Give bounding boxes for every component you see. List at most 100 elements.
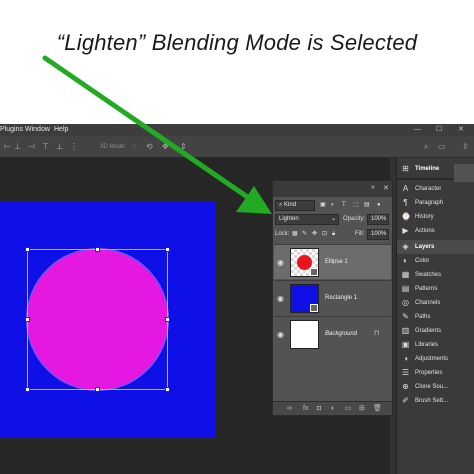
transform-handle[interactable] [165,247,170,252]
filter-smart-icon[interactable]: ▤ [364,200,370,211]
distribute-icon[interactable]: ⋮ [70,142,78,152]
layer-row-background[interactable]: ◉ Background ⊓ [274,316,391,351]
layer-name[interactable]: Background [325,330,357,338]
trash-icon[interactable]: 🗑︎ [373,405,382,413]
transform-handle[interactable] [25,247,30,252]
fx-icon[interactable]: fx [303,405,308,413]
3d-roll-icon[interactable]: ⟲ [146,142,153,152]
menu-help[interactable]: Help [54,124,68,136]
transform-handle[interactable] [25,317,30,322]
clone-source-icon: ⊕ [402,382,409,391]
lock-image-icon[interactable]: ✎ [302,229,307,240]
chevron-down-icon: ⌄ [330,216,336,222]
filter-shape-icon[interactable]: ⬚ [353,200,359,211]
align-left-icon[interactable]: ⊢ [4,142,11,152]
channels-icon: ◎ [402,298,409,307]
add-mask-icon[interactable]: ◘ [317,405,321,413]
minimize-icon[interactable]: — [414,124,421,136]
link-layers-icon[interactable]: ∞ [287,405,292,413]
dock-item-history[interactable]: ⌚ History [397,210,474,224]
dock-item-clone-source[interactable]: ⊕ Clone Sou... [397,380,474,394]
blend-mode-select[interactable]: Lighten ⌄ [275,214,339,225]
3d-pan-icon[interactable]: ✥ [162,142,169,152]
filter-adjust-icon[interactable]: ◐ [331,200,335,211]
properties-icon: ☰ [401,368,410,377]
color-icon: ◐ [403,256,408,265]
dock-item-brush-settings[interactable]: ✐ Brush Sett... [397,394,474,408]
new-group-icon[interactable]: ▭ [345,405,352,413]
dock-collapse-strip[interactable] [454,164,474,182]
panel-close-icon[interactable]: ✕ [383,184,389,192]
kind-label: Kind [284,202,297,208]
adjustment-layer-icon[interactable]: ◐ [331,405,335,413]
visibility-eye-icon[interactable]: ◉ [277,294,284,304]
layer-name[interactable]: Rectangle 1 [325,294,357,302]
shape-layer-badge-icon [310,304,318,312]
fill-field[interactable]: 100% [367,229,389,240]
layer-row-ellipse[interactable]: ◉ Ellipse 1 [274,244,391,279]
align-right-icon[interactable]: ⊣ [28,142,35,152]
transform-handle[interactable] [165,387,170,392]
menu-plugins[interactable]: Plugins [0,124,23,136]
transform-handle[interactable] [25,387,30,392]
visibility-eye-icon[interactable]: ◉ [277,330,284,340]
search-icon[interactable]: ⌕ [424,142,428,152]
filter-type-icon[interactable]: T [342,200,346,211]
3d-mode-label: 3D Mode: [100,144,127,150]
align-center-icon[interactable]: ⊥ [14,142,21,152]
dock-item-patterns[interactable]: ▤ Patterns [397,282,474,296]
align-bottom-icon[interactable]: ⊥ [56,142,63,152]
dock-item-paths[interactable]: ✎ Paths [397,310,474,324]
align-top-icon[interactable]: ⊤ [42,142,49,152]
layer-thumbnail [290,284,319,313]
dock-item-gradients[interactable]: ▥ Gradients [397,324,474,338]
layer-row-rectangle[interactable]: ◉ Rectangle 1 [274,280,391,315]
dock-item-actions[interactable]: ▶ Actions [397,224,474,238]
lock-icon: ⊓ [374,330,380,337]
filter-pixel-icon[interactable]: ▣ [320,200,326,211]
dock-item-label: Gradients [415,328,442,334]
opacity-field[interactable]: 100% [367,214,389,225]
filter-row: ⌕ Kind ▣ ◐ T ⬚ ▤ ● [275,200,391,211]
share-icon[interactable]: ⇪ [462,142,469,152]
photoshop-window: Plugins Window Help — ☐ ✕ ⊢ ⊥ ⊣ ⊤ ⊥ ⋮ 3D… [0,124,474,474]
dock-item-channels[interactable]: ◎ Channels [397,296,474,310]
opacity-label: Opacity: [343,216,366,222]
dock-item-properties[interactable]: ☰ Properties [397,366,474,380]
lock-position-icon[interactable]: ✥ [312,229,317,240]
swatches-icon: ▦ [401,270,410,279]
new-layer-icon[interactable]: ⊞ [359,405,365,413]
dock-item-layers[interactable]: ◈ Layers [397,240,474,254]
layer-thumbnail [290,248,319,277]
brush-settings-icon: ✐ [402,396,409,405]
dock-item-paragraph[interactable]: ¶ Paragraph [397,196,474,210]
layer-name[interactable]: Ellipse 1 [325,258,348,266]
visibility-eye-icon[interactable]: ◉ [277,258,284,268]
layers-panel: » ✕ ⌕ Kind ▣ ◐ T ⬚ ▤ ● Lighten ⌄ Opacity:… [272,180,393,416]
lock-all-icon[interactable]: 🔒︎ [332,229,335,240]
dock-item-adjustments[interactable]: ◑ Adjustments [397,352,474,366]
dock-item-libraries[interactable]: ▣ Libraries [397,338,474,352]
panel-collapse-icon[interactable]: » [371,184,375,191]
filter-toggle-icon[interactable]: ● [377,200,381,211]
maximize-icon[interactable]: ☐ [436,124,442,136]
dock-item-character[interactable]: A Character [397,182,474,196]
transform-handle[interactable] [95,387,100,392]
right-panel-dock: ⊞ Timeline A Character ¶ Paragraph ⌚ History ▶ Ac… [396,158,474,474]
3d-orbit-icon[interactable]: ◌ [132,142,137,152]
kind-filter-select[interactable]: ⌕ Kind [275,200,315,211]
dock-item-label: Libraries [415,342,439,348]
menu-window[interactable]: Window [25,124,50,136]
dock-item-color[interactable]: ◐ Color [397,254,474,268]
close-icon[interactable]: ✕ [458,124,464,136]
3d-slide-icon[interactable]: ⇕ [180,142,187,152]
dock-item-label: Character [415,186,442,192]
transform-bounding-box[interactable] [27,249,168,390]
lock-artboard-icon[interactable]: ⊡ [322,229,327,240]
transform-handle[interactable] [95,247,100,252]
workspace-icon[interactable]: ▭ [438,142,446,152]
dock-item-swatches[interactable]: ▦ Swatches [397,268,474,282]
transform-handle[interactable] [165,317,170,322]
document-canvas[interactable] [0,202,216,437]
lock-transparent-icon[interactable]: ▦ [292,229,298,240]
